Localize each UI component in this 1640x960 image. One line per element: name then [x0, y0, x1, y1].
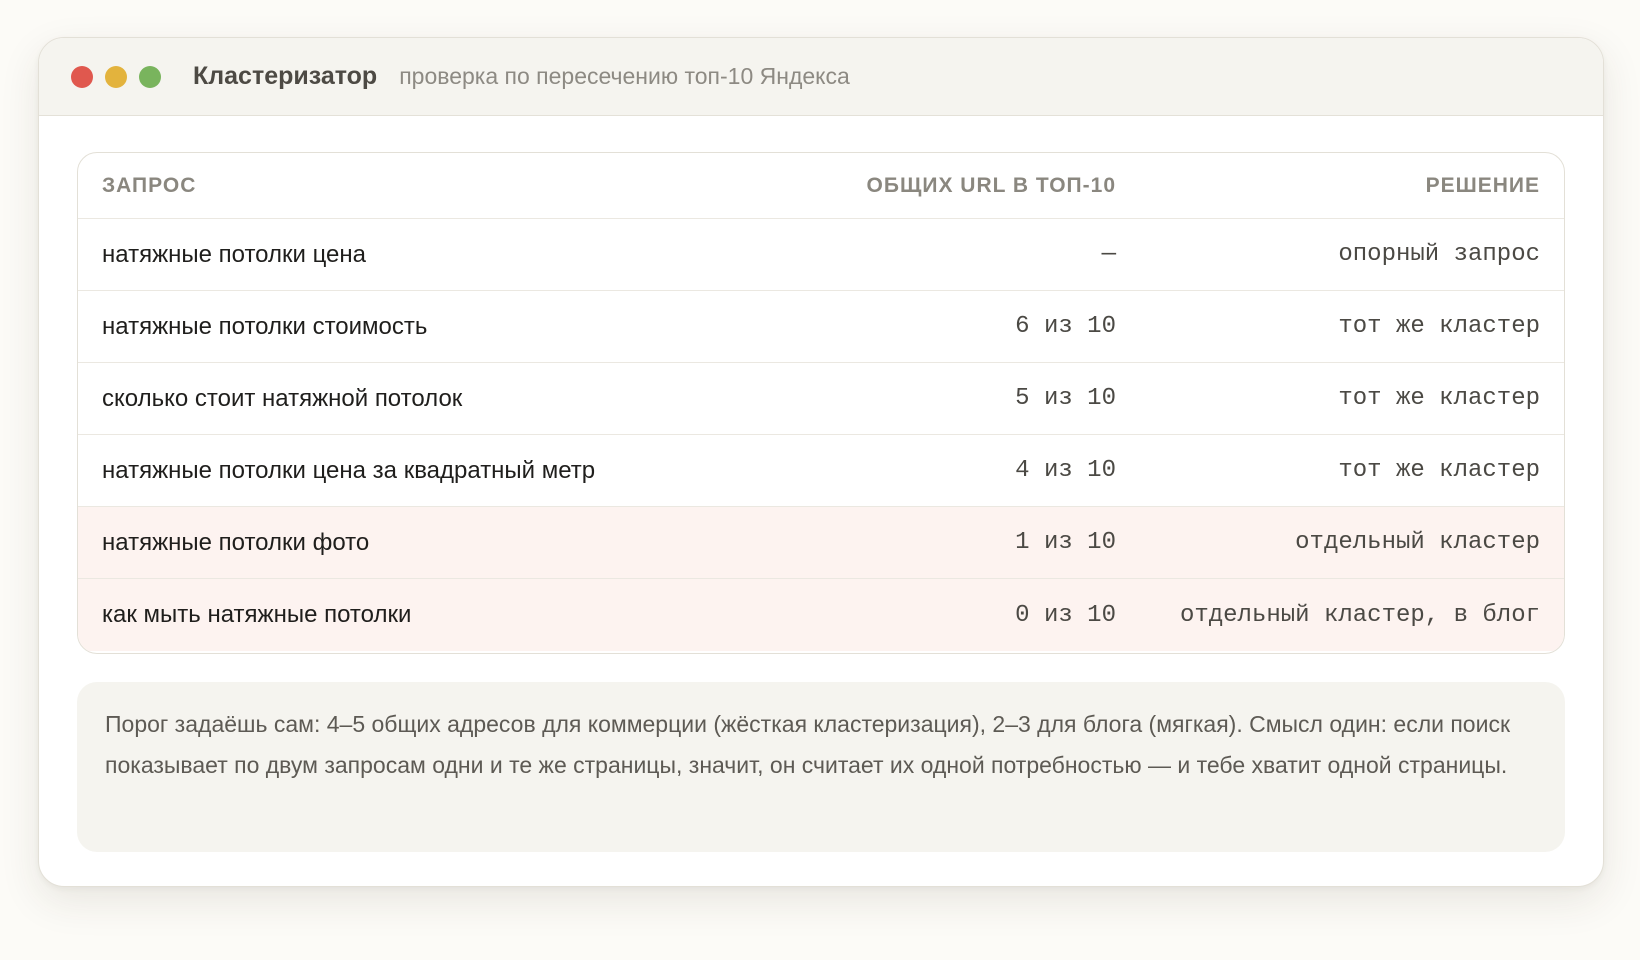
table-header-row: ЗАПРОС ОБЩИХ URL В ТОП-10 РЕШЕНИЕ: [78, 153, 1564, 219]
close-window-button[interactable]: [71, 65, 93, 88]
title-bar: Кластеризатор проверка по пересечению то…: [39, 38, 1603, 116]
table-row: сколько стоит натяжной потолок 5 из 10 т…: [78, 363, 1564, 435]
query-cell: сколько стоит натяжной потолок: [102, 384, 463, 412]
app-subtitle: проверка по пересечению топ-10 Яндекса: [399, 63, 850, 89]
app-window: Кластеризатор проверка по пересечению то…: [38, 37, 1604, 887]
query-cell: натяжные потолки стоимость: [102, 312, 428, 340]
table-row-separate-cluster: натяжные потолки фото 1 из 10 отдельный …: [78, 507, 1564, 579]
decision-cell: отдельный кластер: [1295, 529, 1540, 556]
table-row: натяжные потолки стоимость 6 из 10 тот ж…: [78, 291, 1564, 363]
maximize-window-button[interactable]: [139, 65, 161, 88]
minimize-window-button[interactable]: [105, 65, 127, 88]
common-urls-cell: 1 из 10: [1015, 529, 1116, 556]
query-cell: натяжные потолки цена: [102, 240, 366, 268]
table-row: натяжные потолки цена за квадратный метр…: [78, 435, 1564, 507]
decision-cell: тот же кластер: [1338, 313, 1540, 340]
table-row: натяжные потолки цена — опорный запрос: [78, 219, 1564, 291]
decision-cell: отдельный кластер, в блог: [1179, 601, 1540, 629]
query-cell: натяжные потолки цена за квадратный метр: [102, 456, 596, 484]
column-header-common-urls: ОБЩИХ URL В ТОП-10: [866, 173, 1116, 197]
column-header-decision: РЕШЕНИЕ: [1425, 173, 1540, 197]
common-urls-cell: 6 из 10: [1015, 313, 1116, 340]
common-urls-cell: 4 из 10: [1015, 457, 1116, 484]
decision-cell: опорный запрос: [1338, 241, 1540, 268]
query-cell: как мыть натяжные потолки: [102, 601, 412, 628]
query-cell: натяжные потолки фото: [102, 528, 370, 556]
table-row-separate-cluster: как мыть натяжные потолки 0 из 10 отдель…: [78, 579, 1564, 651]
common-urls-cell: 0 из 10: [1015, 601, 1116, 629]
threshold-note: Порог задаёшь сам: 4–5 общих адресов для…: [77, 682, 1565, 852]
decision-cell: тот же кластер: [1338, 457, 1540, 484]
common-urls-cell: 5 из 10: [1015, 385, 1116, 412]
decision-cell: тот же кластер: [1338, 385, 1540, 412]
cluster-table: ЗАПРОС ОБЩИХ URL В ТОП-10 РЕШЕНИЕ натяжн…: [77, 152, 1565, 654]
column-header-query: ЗАПРОС: [102, 173, 197, 197]
common-urls-cell: —: [1101, 241, 1116, 268]
app-title: Кластеризатор: [193, 62, 378, 90]
